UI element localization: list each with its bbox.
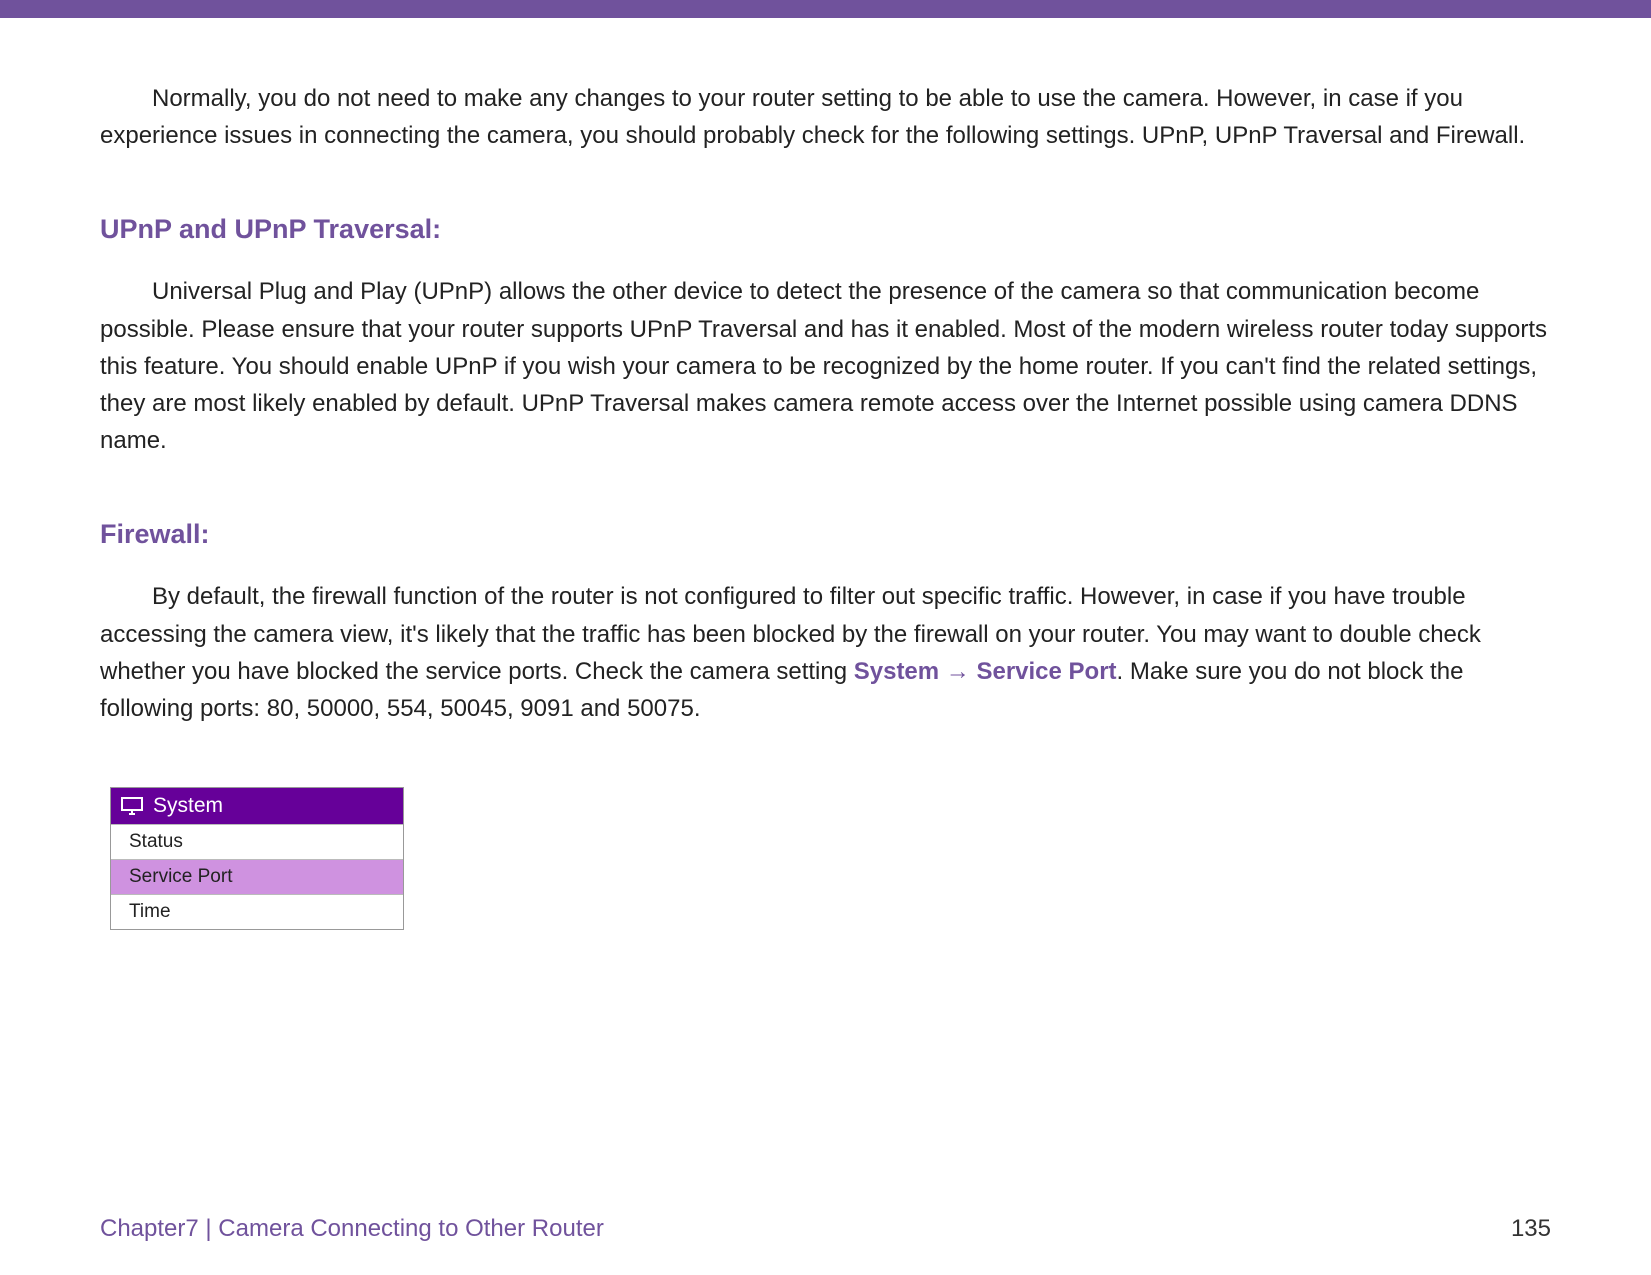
body-firewall: By default, the firewall function of the… [100, 578, 1551, 727]
heading-firewall: Firewall: [100, 519, 1551, 550]
menu-header-system[interactable]: System [111, 788, 403, 824]
page-footer: Chapter7 | Camera Connecting to Other Ro… [100, 1215, 1551, 1243]
intro-paragraph: Normally, you do not need to make any ch… [100, 80, 1551, 154]
link-system: System [854, 658, 939, 685]
system-menu: System Status Service Port Time [110, 787, 404, 930]
arrow-icon: → [939, 658, 976, 685]
menu-item-status[interactable]: Status [111, 824, 403, 859]
menu-item-time[interactable]: Time [111, 894, 403, 929]
footer-page-number: 135 [1511, 1215, 1551, 1243]
heading-upnp: UPnP and UPnP Traversal: [100, 214, 1551, 245]
page-content: Normally, you do not need to make any ch… [0, 18, 1651, 1275]
menu-header-label: System [153, 794, 223, 818]
link-service-port: Service Port [976, 658, 1116, 685]
body-upnp: Universal Plug and Play (UPnP) allows th… [100, 273, 1551, 459]
menu-item-service-port[interactable]: Service Port [111, 859, 403, 894]
monitor-icon [121, 797, 143, 815]
top-accent-bar [0, 0, 1651, 18]
footer-chapter: Chapter7 | Camera Connecting to Other Ro… [100, 1215, 604, 1243]
